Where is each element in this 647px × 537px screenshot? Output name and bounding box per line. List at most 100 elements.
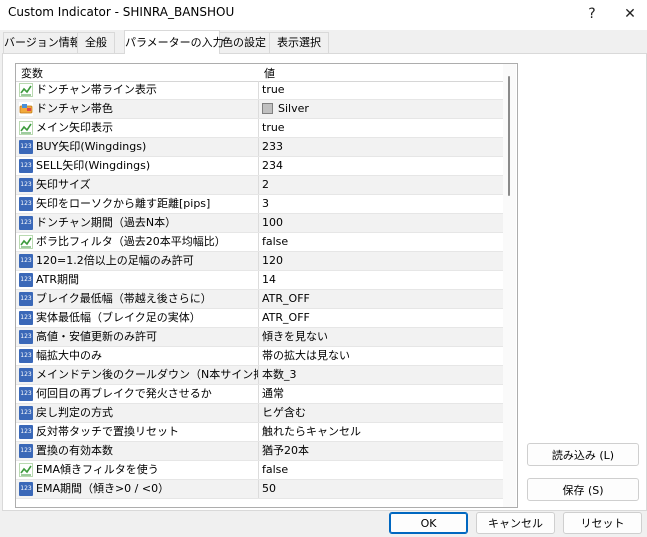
parameter-name: SELL矢印(Wingdings) <box>36 159 151 172</box>
parameter-value-cell[interactable]: 2 <box>262 176 502 194</box>
scrollbar-thumb[interactable] <box>508 76 510 196</box>
parameter-value-cell[interactable]: 100 <box>262 214 502 232</box>
parameter-row[interactable]: 123 ブレイク最低幅（帯越え後さらに） ATR_OFF <box>16 290 503 309</box>
parameter-name: 実体最低幅（ブレイク足の実体） <box>36 311 201 324</box>
parameter-value-cell[interactable]: Silver <box>262 100 502 118</box>
numeric-type-icon: 123 <box>19 254 33 268</box>
parameter-row[interactable]: 123 高値・安値更新のみ許可 傾きを見ない <box>16 328 503 347</box>
numeric-type-icon: 123 <box>19 159 33 173</box>
parameter-value-cell[interactable]: true <box>262 81 502 99</box>
parameter-row[interactable]: ドンチャン帯色 Silver <box>16 100 503 119</box>
parameter-name-cell: 123 ドンチャン期間（過去N本） <box>16 214 259 232</box>
parameter-value-cell[interactable]: ヒゲ含む <box>262 404 502 422</box>
parameter-row[interactable]: 123 EMA期間（傾き>0 / <0） 50 <box>16 480 503 499</box>
reset-button[interactable]: リセット <box>563 512 642 534</box>
parameter-value-cell[interactable]: ATR_OFF <box>262 309 502 327</box>
parameter-row[interactable]: メイン矢印表示 true <box>16 119 503 138</box>
parameter-value-cell[interactable]: ATR_OFF <box>262 290 502 308</box>
parameter-name-cell: 123 高値・安値更新のみ許可 <box>16 328 259 346</box>
parameter-row[interactable]: 123 幅拡大中のみ 帯の拡大は見ない <box>16 347 503 366</box>
boolean-type-icon <box>19 463 33 477</box>
parameter-row[interactable]: 123 反対帯タッチで置換リセット 触れたらキャンセル <box>16 423 503 442</box>
parameter-row[interactable]: EMA傾きフィルタを使う false <box>16 461 503 480</box>
parameter-value-cell[interactable]: 233 <box>262 138 502 156</box>
parameter-value-cell[interactable]: 通常 <box>262 385 502 403</box>
parameter-value: 233 <box>262 140 283 153</box>
parameter-value-cell[interactable]: 傾きを見ない <box>262 328 502 346</box>
parameter-value-cell[interactable]: false <box>262 233 502 251</box>
parameter-name: ドンチャン期間（過去N本） <box>36 216 177 229</box>
parameter-value: ヒゲ含む <box>262 406 306 419</box>
parameter-row[interactable]: ドンチャン帯ライン表示 true <box>16 81 503 100</box>
parameter-value-cell[interactable]: 猶予20本 <box>262 442 502 460</box>
tab-colors[interactable]: 色の設定 <box>218 32 270 53</box>
parameter-row[interactable]: 123 BUY矢印(Wingdings) 233 <box>16 138 503 157</box>
parameter-name: ボラ比フィルタ（過去20本平均幅比） <box>36 235 226 248</box>
close-icon[interactable]: ✕ <box>617 2 643 26</box>
parameter-name: BUY矢印(Wingdings) <box>36 140 147 153</box>
parameter-value: 14 <box>262 273 276 286</box>
parameter-row[interactable]: ボラ比フィルタ（過去20本平均幅比） false <box>16 233 503 252</box>
boolean-type-icon <box>19 235 33 249</box>
boolean-type-icon <box>19 121 33 135</box>
tab-display-select[interactable]: 表示選択 <box>269 32 329 53</box>
numeric-type-icon: 123 <box>19 425 33 439</box>
parameter-row[interactable]: 123 SELL矢印(Wingdings) 234 <box>16 157 503 176</box>
numeric-type-icon: 123 <box>19 197 33 211</box>
parameter-row[interactable]: 123 戻し判定の方式 ヒゲ含む <box>16 404 503 423</box>
vertical-scrollbar[interactable] <box>503 64 516 507</box>
tab-parameters[interactable]: パラメーターの入力 <box>124 30 224 54</box>
numeric-type-icon: 123 <box>19 311 33 325</box>
ok-button[interactable]: OK <box>389 512 468 534</box>
parameter-value-cell[interactable]: 14 <box>262 271 502 289</box>
parameter-name-cell: 123 ブレイク最低幅（帯越え後さらに） <box>16 290 259 308</box>
parameter-row[interactable]: 123 置換の有効本数 猶予20本 <box>16 442 503 461</box>
parameter-value-cell[interactable]: 3 <box>262 195 502 213</box>
parameter-value-cell[interactable]: 本数_3 <box>262 366 502 384</box>
parameter-name: メイン矢印表示 <box>36 121 113 134</box>
parameter-name-cell: ドンチャン帯ライン表示 <box>16 81 259 99</box>
parameter-value-cell[interactable]: true <box>262 119 502 137</box>
parameter-row[interactable]: 123 ドンチャン期間（過去N本） 100 <box>16 214 503 233</box>
numeric-type-icon: 123 <box>19 292 33 306</box>
parameter-row[interactable]: 123 矢印サイズ 2 <box>16 176 503 195</box>
parameter-name: 高値・安値更新のみ許可 <box>36 330 157 343</box>
parameter-value: 50 <box>262 482 276 495</box>
cancel-button[interactable]: キャンセル <box>476 512 555 534</box>
tab-strip: バージョン情報 全般 パラメーターの入力 色の設定 表示選択 <box>0 30 647 54</box>
parameter-value: 2 <box>262 178 269 191</box>
help-icon[interactable]: ? <box>579 2 605 26</box>
parameter-value-cell[interactable]: 120 <box>262 252 502 270</box>
parameter-value-cell[interactable]: 帯の拡大は見ない <box>262 347 502 365</box>
parameter-row[interactable]: 123 ATR期間 14 <box>16 271 503 290</box>
parameter-value-cell[interactable]: 234 <box>262 157 502 175</box>
parameter-row[interactable]: 123 矢印をローソクから離す距離[pips] 3 <box>16 195 503 214</box>
parameter-name-cell: 123 幅拡大中のみ <box>16 347 259 365</box>
parameter-row[interactable]: 123 何回目の再ブレイクで発火させるか 通常 <box>16 385 503 404</box>
parameter-name-cell: メイン矢印表示 <box>16 119 259 137</box>
parameter-name: 矢印をローソクから離す距離[pips] <box>36 197 211 210</box>
numeric-type-icon: 123 <box>19 273 33 287</box>
tab-general[interactable]: 全般 <box>77 32 115 53</box>
parameter-name-cell: 123 実体最低幅（ブレイク足の実体） <box>16 309 259 327</box>
tab-version-info[interactable]: バージョン情報 <box>3 32 81 53</box>
parameter-value-cell[interactable]: 触れたらキャンセル <box>262 423 502 441</box>
parameter-value: Silver <box>278 102 309 115</box>
parameter-name-cell: 123 反対帯タッチで置換リセット <box>16 423 259 441</box>
save-button[interactable]: 保存 (S) <box>527 478 639 501</box>
parameter-name: 120=1.2倍以上の足幅のみ許可 <box>36 254 194 267</box>
parameter-name-cell: 123 BUY矢印(Wingdings) <box>16 138 259 156</box>
numeric-type-icon: 123 <box>19 349 33 363</box>
parameter-value-cell[interactable]: 50 <box>262 480 502 498</box>
parameter-name: ドンチャン帯ライン表示 <box>36 83 157 96</box>
parameter-row[interactable]: 123 実体最低幅（ブレイク足の実体） ATR_OFF <box>16 309 503 328</box>
parameter-row[interactable]: 123 120=1.2倍以上の足幅のみ許可 120 <box>16 252 503 271</box>
numeric-type-icon: 123 <box>19 178 33 192</box>
parameter-name-cell: 123 戻し判定の方式 <box>16 404 259 422</box>
parameter-row[interactable]: 123メインドテン後のクールダウン（N本サイン抑止）本数_3 <box>16 366 503 385</box>
parameter-grid: 変数 値 ドンチャン帯ライン表示 true ドンチャン帯色 Silver メイン矢印表示… <box>15 63 518 508</box>
parameter-value-cell[interactable]: false <box>262 461 502 479</box>
parameter-value: 120 <box>262 254 283 267</box>
load-button[interactable]: 読み込み (L) <box>527 443 639 466</box>
parameter-name-cell: 123 何回目の再ブレイクで発火させるか <box>16 385 259 403</box>
